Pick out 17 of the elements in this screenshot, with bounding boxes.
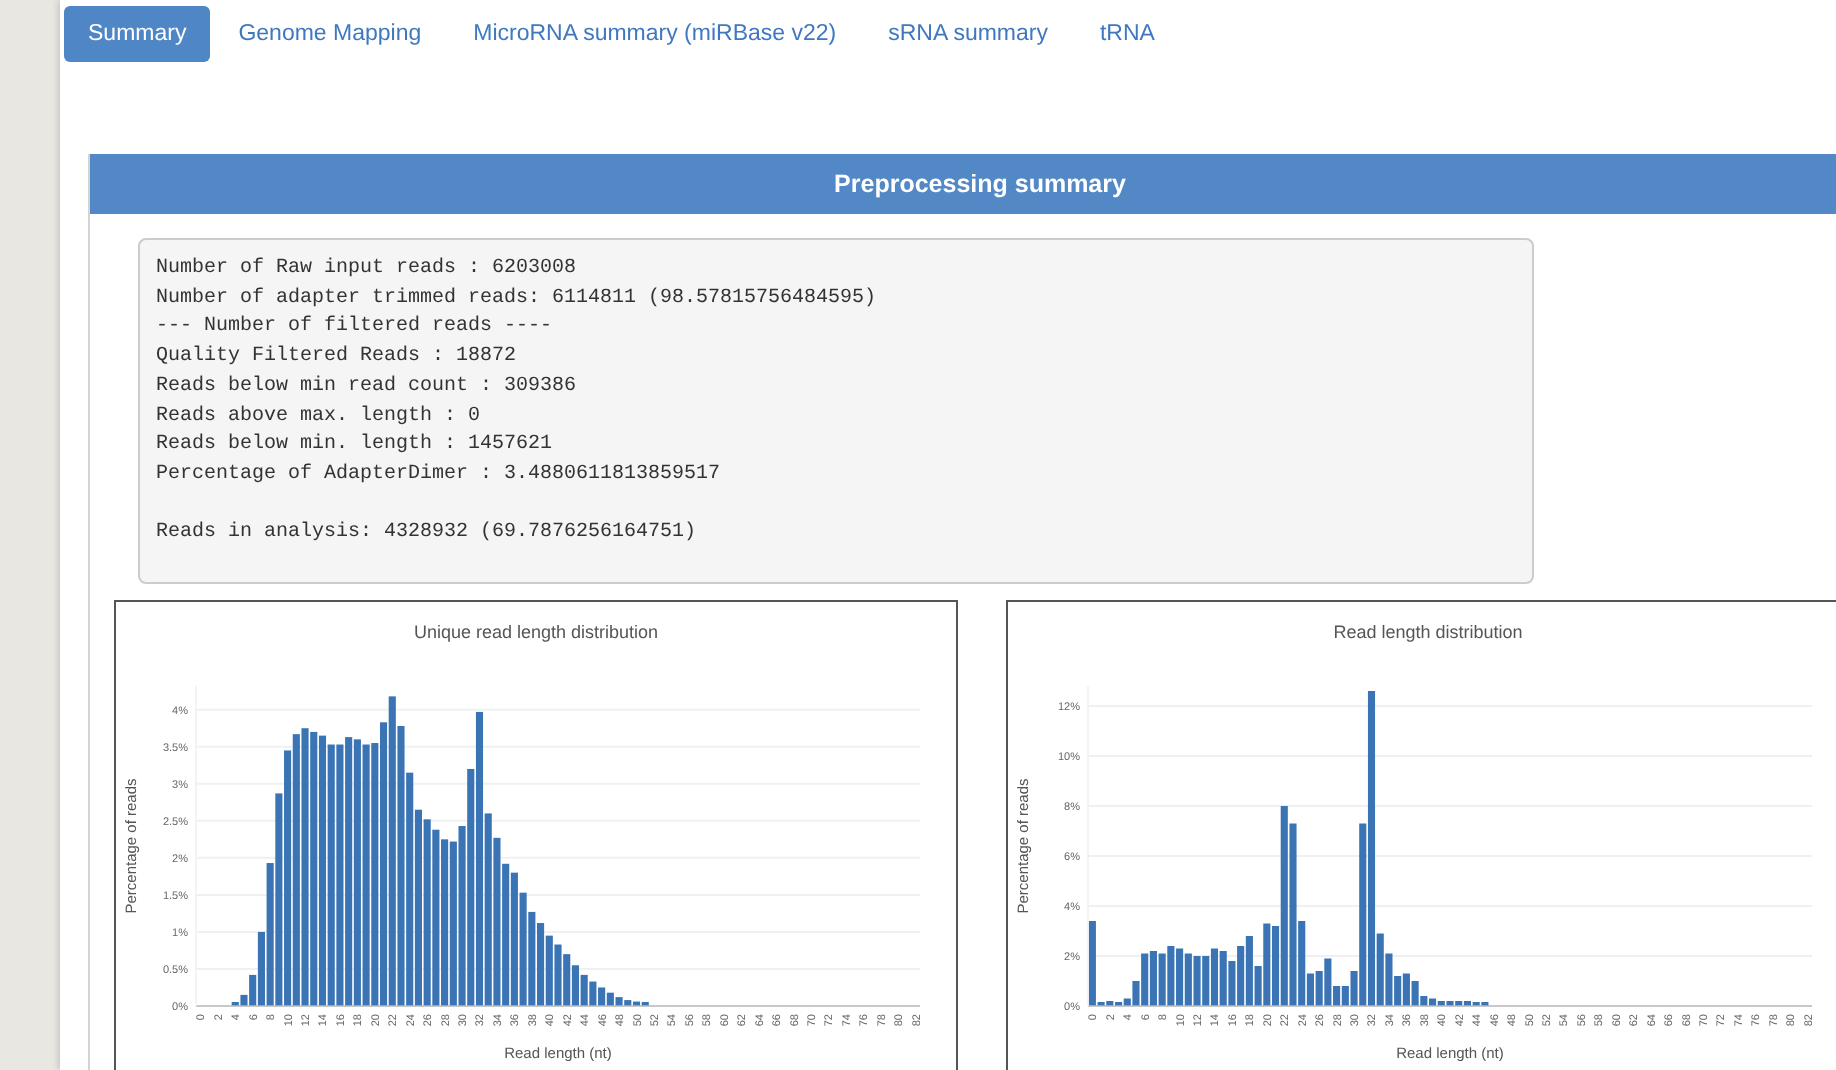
summary-line: Number of Raw input reads : 6203008: [156, 256, 579, 284]
tab[interactable]: MicroRNA summary (miRBase v22): [449, 6, 861, 62]
summary-line: --- Number of filtered reads ----: [156, 314, 555, 343]
tab[interactable]: tRNA: [1075, 6, 1179, 62]
summary-line: Quality Filtered Reads : 18872: [156, 344, 519, 373]
chart-title: Read length distribution: [1333, 622, 1523, 643]
summary-line: Percentage of AdapterDimer : 3.4880611813859517: [156, 461, 723, 490]
summary-line: Number of adapter trimmed reads: 6114811 (98.57815756484595): [156, 285, 879, 314]
panel-header: Preprocessing summary: [90, 154, 1836, 214]
summary-line: Reads above max. length : 0: [156, 403, 483, 432]
tab[interactable]: Summary: [64, 6, 211, 62]
chart-title: Unique read length distribution: [413, 622, 659, 643]
tab[interactable]: Genome Mapping: [214, 6, 446, 62]
summary-line: Reads in analysis: 4328932 (69.7876256164751): [156, 520, 699, 549]
summary-line: Reads below min read count : 309386: [156, 373, 579, 402]
tab[interactable]: sRNA summary: [864, 6, 1072, 62]
summary-line: Reads below min. length : 1457621: [156, 432, 555, 461]
